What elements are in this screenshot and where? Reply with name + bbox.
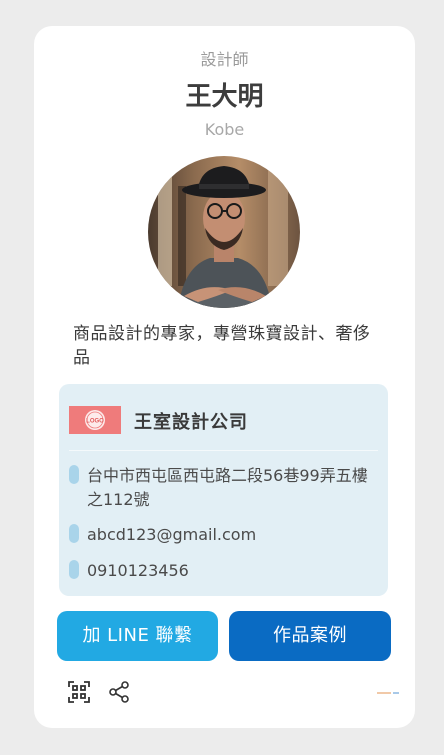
brand-watermark	[377, 690, 401, 697]
nickname: Kobe	[204, 120, 245, 139]
company-info-panel: LOGO 王室設計公司 台中市西屯區西屯路二段56巷99弄五樓之112號 abc…	[59, 384, 388, 596]
job-title: 設計師	[200, 50, 249, 69]
company-address: 台中市西屯區西屯路二段56巷99弄五樓之112號	[87, 466, 368, 509]
portfolio-button[interactable]: 作品案例	[229, 611, 391, 661]
company-email[interactable]: abcd123@gmail.com	[87, 523, 379, 547]
add-line-button[interactable]: 加 LINE 聯繫	[57, 611, 218, 661]
phone-marker-icon	[69, 560, 79, 579]
divider	[69, 450, 378, 451]
email-marker-icon	[69, 524, 79, 543]
person-name: 王大明	[185, 82, 264, 112]
avatar	[148, 156, 300, 308]
qr-code-icon[interactable]	[67, 680, 91, 704]
company-name: 王室設計公司	[134, 412, 248, 433]
avatar-photo	[148, 156, 300, 308]
share-icon[interactable]	[107, 680, 131, 704]
company-logo: LOGO	[69, 406, 121, 434]
intro-text: 商品設計的專家，專營珠寶設計、奢侈品	[73, 324, 371, 368]
company-phone[interactable]: 0910123456	[87, 559, 379, 583]
profile-card: 設計師 王大明 Kobe 商品設計的專家，專營珠寶設計、奢侈品 LOGO 王室設…	[34, 26, 415, 728]
svg-text:LOGO: LOGO	[86, 419, 104, 425]
address-marker-icon	[69, 465, 79, 484]
